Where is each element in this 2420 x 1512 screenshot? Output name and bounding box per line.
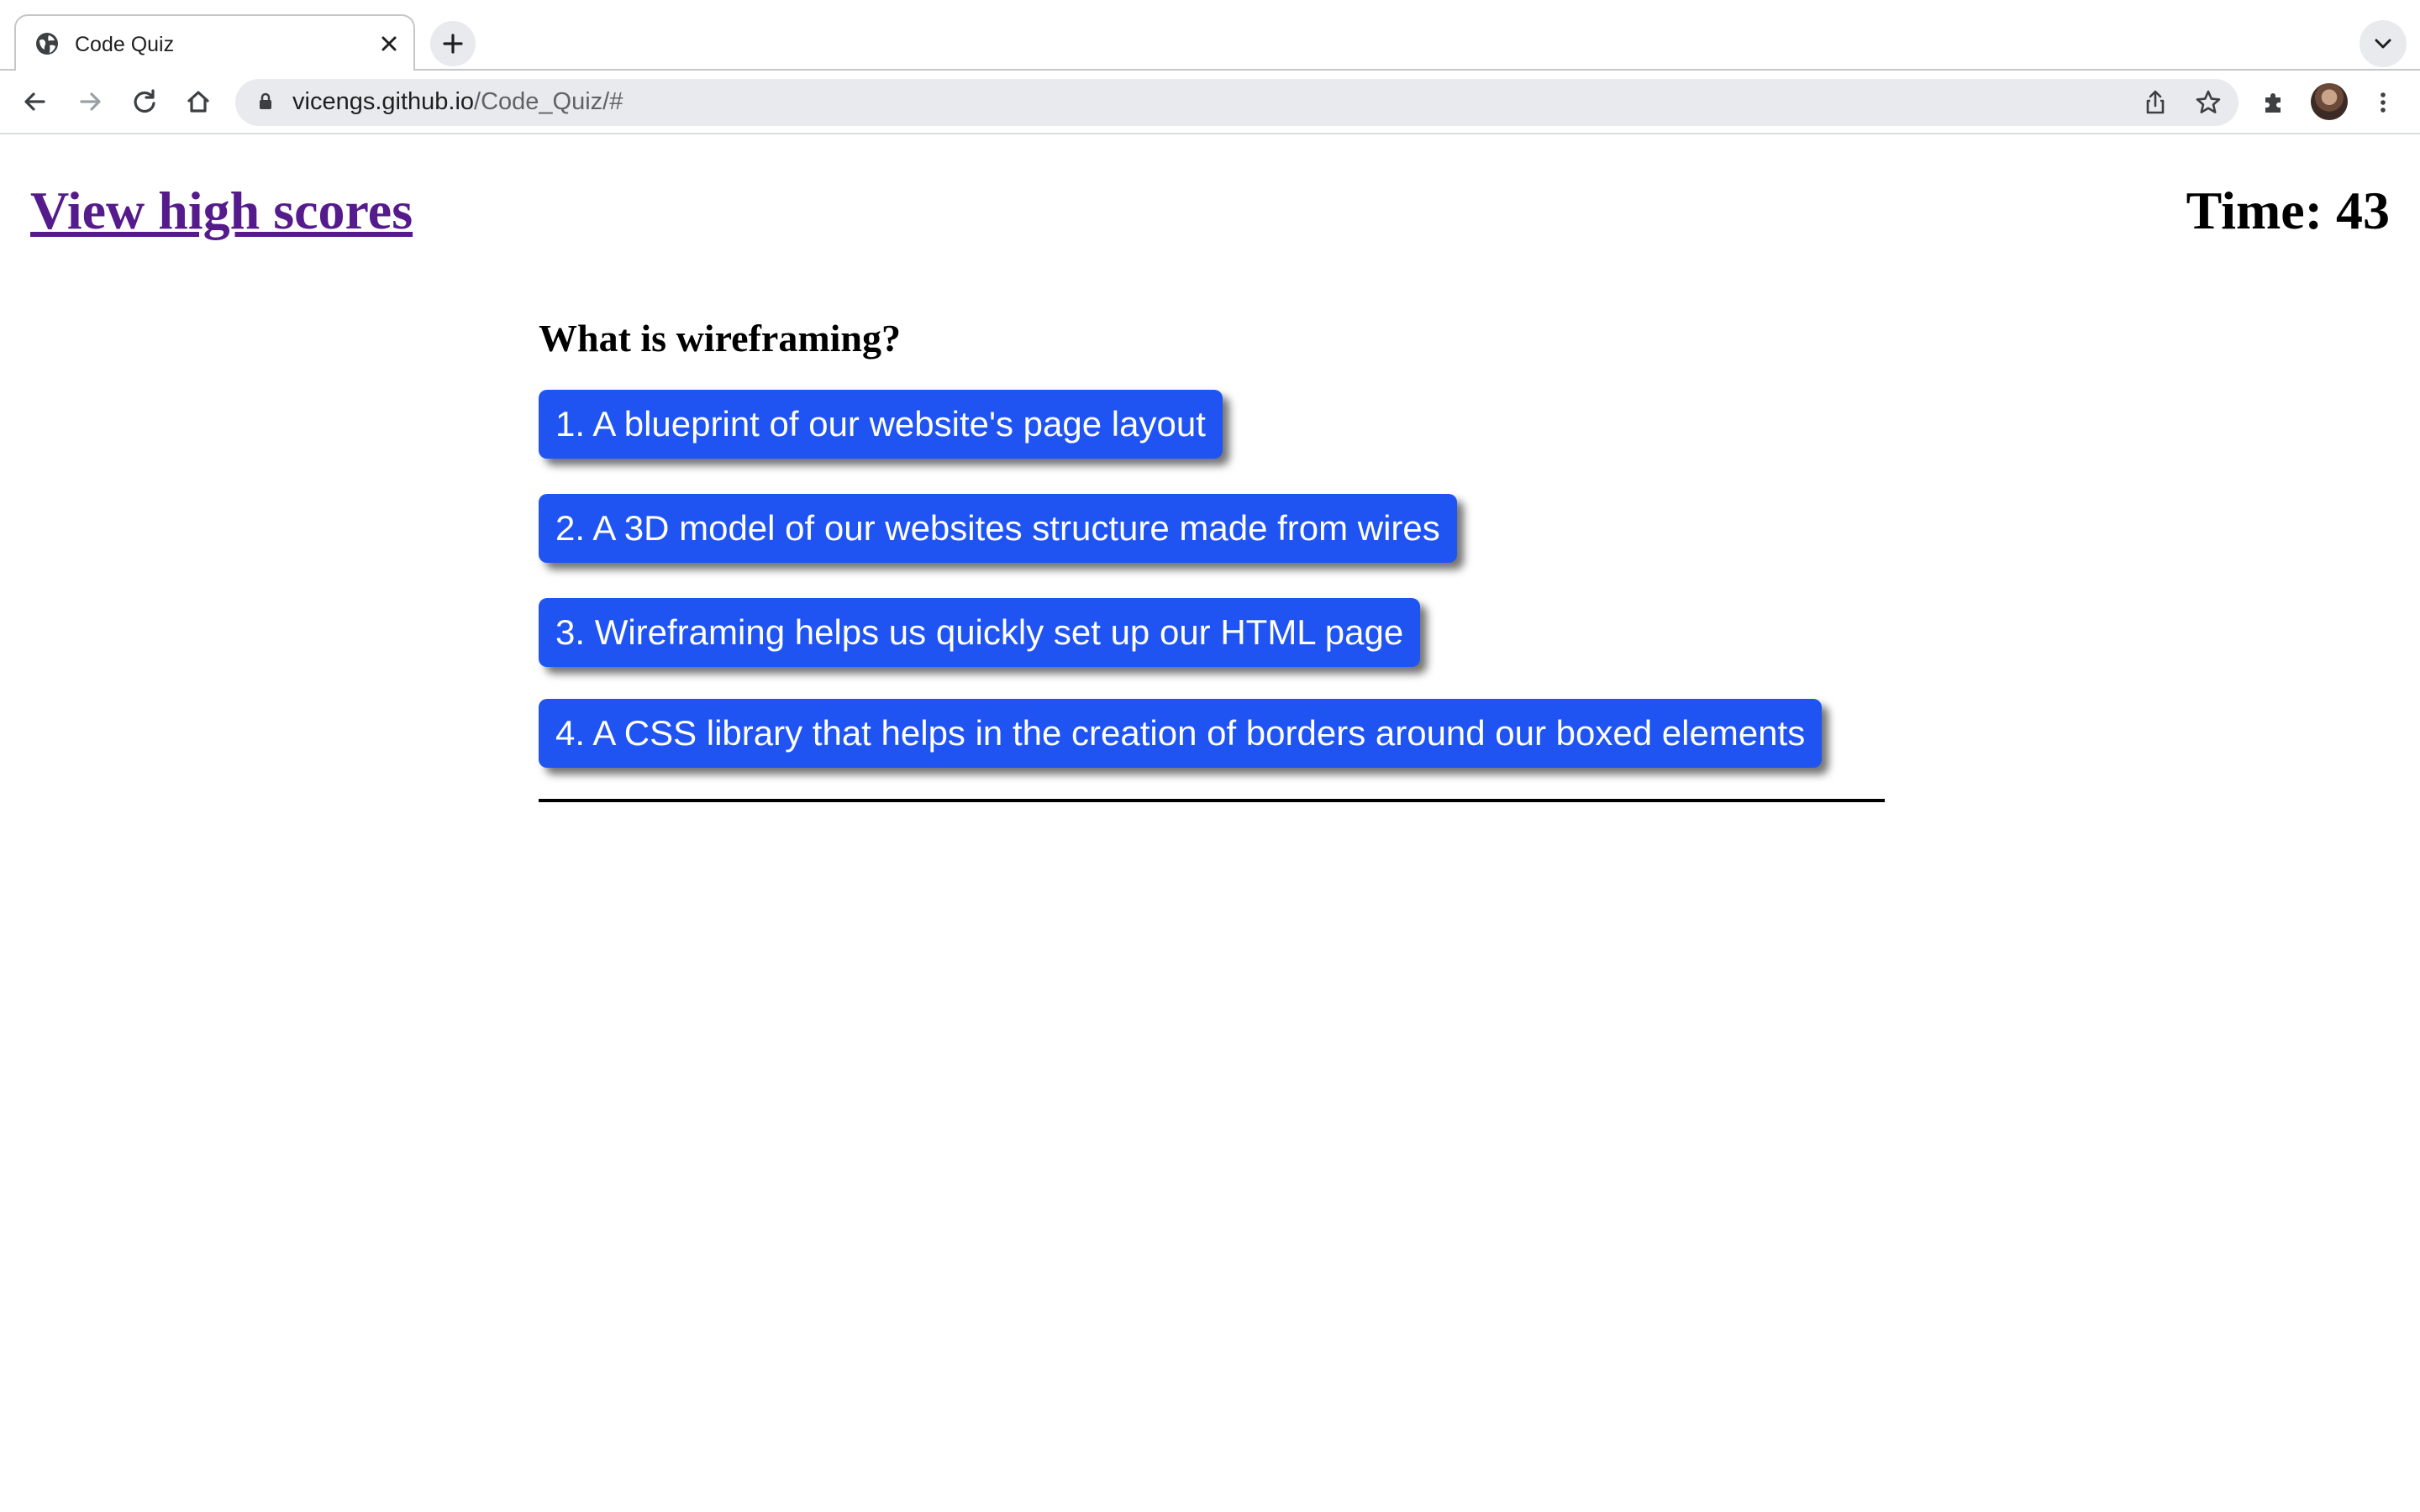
plus-icon bbox=[443, 34, 463, 54]
answer-button-2[interactable]: 2. A 3D model of our websites structure … bbox=[539, 494, 1457, 563]
profile-avatar[interactable] bbox=[2311, 83, 2348, 120]
chevron-down-icon bbox=[2375, 39, 2391, 49]
home-icon[interactable] bbox=[182, 85, 215, 118]
question-text: What is wireframing? bbox=[539, 317, 902, 360]
toolbar-divider bbox=[0, 133, 2420, 134]
back-arrow-icon[interactable] bbox=[18, 85, 52, 118]
url-host: vicengs.github.io bbox=[292, 88, 475, 115]
tab-search-button[interactable] bbox=[2360, 20, 2407, 67]
more-menu-icon[interactable] bbox=[2368, 87, 2398, 118]
tab-title: Code Quiz bbox=[75, 33, 175, 56]
answer-list: 1. A blueprint of our website's page lay… bbox=[539, 390, 1885, 768]
url-path: /Code_Quiz/# bbox=[474, 88, 623, 115]
answer-button-1[interactable]: 1. A blueprint of our website's page lay… bbox=[539, 390, 1223, 459]
browser-tab[interactable]: Code Quiz bbox=[14, 14, 415, 71]
forward-arrow-icon[interactable] bbox=[73, 85, 107, 118]
result-divider bbox=[539, 799, 1885, 802]
quiz-timer: Time: 43 bbox=[2186, 181, 2390, 240]
lock-icon[interactable] bbox=[254, 90, 277, 113]
star-icon[interactable] bbox=[2193, 87, 2223, 118]
url-text[interactable]: vicengs.github.io/Code_Quiz/# bbox=[292, 88, 623, 116]
globe-icon bbox=[34, 31, 60, 56]
new-tab-button[interactable] bbox=[430, 21, 476, 66]
extensions-icon[interactable] bbox=[2259, 87, 2289, 118]
view-high-scores-link[interactable]: View high scores bbox=[30, 180, 413, 242]
reload-icon[interactable] bbox=[128, 85, 161, 118]
quiz-container: What is wireframing? 1. A blueprint of o… bbox=[539, 311, 1885, 768]
answer-button-4[interactable]: 4. A CSS library that helps in the creat… bbox=[539, 699, 1823, 768]
answer-button-3[interactable]: 3. Wireframing helps us quickly set up o… bbox=[539, 598, 1421, 667]
close-icon[interactable] bbox=[377, 32, 401, 55]
share-icon[interactable] bbox=[2140, 87, 2170, 118]
